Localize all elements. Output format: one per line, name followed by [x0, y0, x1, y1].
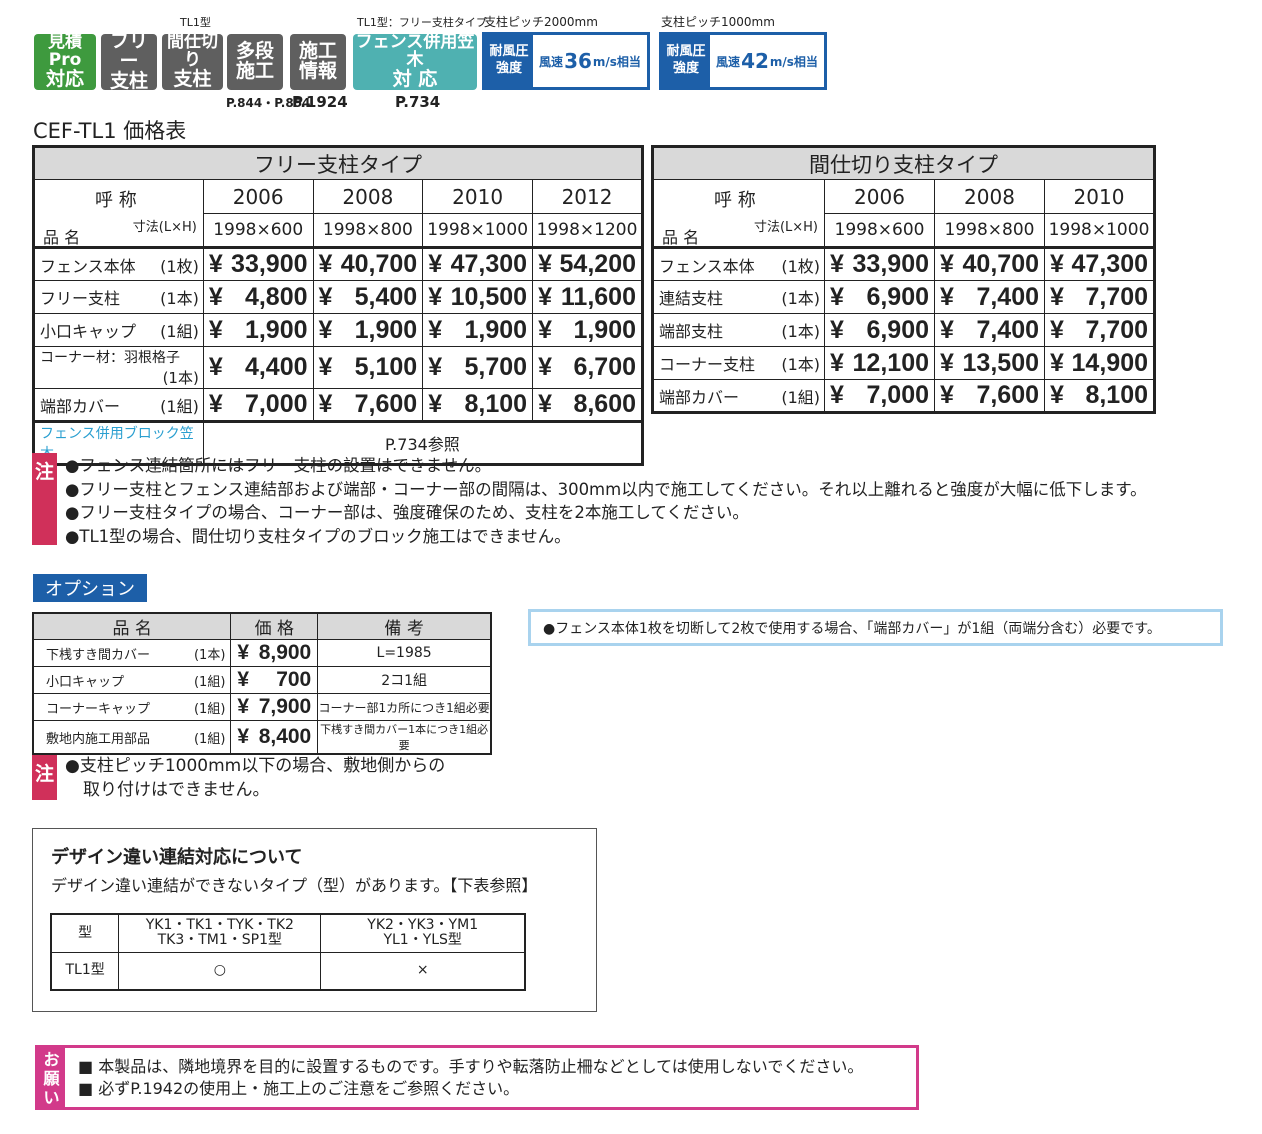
code-2006: 2006	[202, 179, 314, 214]
design-col-type: 型	[50, 913, 120, 953]
dim-cell: 1998×600	[202, 213, 314, 248]
code-2006: 2006	[824, 179, 935, 214]
construction-badge: 施工 情報	[290, 34, 346, 90]
table-row: 端部カバー (1組) ¥7,000 ¥7,600 ¥8,100 ¥8,600	[33, 388, 643, 422]
onegai-label: お願い	[38, 1048, 65, 1107]
code-2010: 2010	[422, 179, 534, 214]
fence-kasagi-badge: フェンス併用笠木対 応	[353, 33, 477, 90]
ref-construction: P.1924	[292, 93, 348, 111]
dim-cell: 1998×1000	[422, 213, 534, 248]
design-col-2: YK2・YK3・YM1 YL1・YLS型	[320, 913, 526, 953]
design-box: デザイン違い連結対応について デザイン違い連結ができないタイプ（型）があります。…	[32, 828, 597, 1012]
chu-label: 注	[32, 453, 57, 545]
option-header-name: 品 名	[32, 612, 232, 640]
onegai-box: お願い ■ 本製品は、隣地境界を目的に設置するものです。手すりや転落防止柵などと…	[35, 1045, 919, 1110]
note-line: ●フリー支柱とフェンス連結部および端部・コーナー部の間隔は、300mm以内で施工…	[65, 479, 1147, 499]
partition-post-badge: 間仕切り 支柱	[162, 33, 223, 90]
table-row: 端部支柱 (1本) ¥6,900 ¥7,400 ¥7,700	[652, 313, 1155, 347]
note-line: ●フェンス連結箇所にはフリー支柱の設置はできません。	[65, 456, 492, 475]
design-cell-ok: ○	[118, 951, 322, 991]
table-row: フェンス本体 (1枚) ¥33,900 ¥40,700 ¥47,300 ¥54,2…	[33, 246, 643, 281]
option-header-price: 価 格	[230, 612, 319, 640]
option-note: ●支柱ピッチ1000mm以下の場合、敷地側からの 取り付けはできません。	[65, 756, 446, 800]
table-row: コーナー材：羽根格子 (1本) ¥4,400 ¥5,100 ¥5,700 ¥6,7…	[33, 346, 643, 389]
dim-cell: 1998×600	[824, 213, 935, 248]
option-table: 品 名 価 格 備 考 下桟すき間カバー (1本) ¥8,900 L=1985 小…	[32, 612, 492, 755]
note-line: ●フリー支柱タイプの場合、コーナー部は、強度確保のため、支柱を2本施工してくださ…	[65, 503, 749, 522]
table-row: 小口キャップ (1組) ¥700 2コ1組	[32, 666, 492, 694]
table-row: 下桟すき間カバー (1本) ¥8,900 L=1985	[32, 639, 492, 667]
multistage-badge: 多段 施工	[227, 34, 283, 90]
design-table: 型 YK1・TK1・TYK・TK2 TK3・TM1・SP1型 YK2・YK3・YM…	[50, 913, 526, 991]
note-line: ●TL1型の場合、間仕切り支柱タイプのブロック施工はできません。	[65, 526, 571, 546]
free-post-badge: フリー 支柱	[101, 31, 157, 91]
free-table-title: フリー支柱タイプ	[33, 146, 643, 180]
dim-cell: 1998×800	[312, 213, 424, 248]
mitsumori-badge: 見積Pro 対応	[34, 33, 96, 90]
code-2012: 2012	[532, 179, 643, 214]
table-row: フリー支柱 (1本) ¥4,800 ¥5,400 ¥10,500 ¥11,600	[33, 280, 643, 314]
pitch1000-label: 支柱ピッチ1000mm	[661, 15, 775, 29]
free-post-price-table: フリー支柱タイプ 呼 称寸法(L×H) 品 名 2006 2008 2010 20…	[32, 145, 644, 466]
code-2010: 2010	[1044, 179, 1155, 214]
wind-strength-36-badge: 耐風圧 強度 風速 36 m/s相当	[482, 32, 650, 90]
partition-post-price-table: 間仕切り支柱タイプ 呼 称寸法(L×H) 品 名 2006 2008 2010 1…	[651, 145, 1156, 414]
dim-cell: 1998×1200	[532, 213, 643, 248]
design-col-1: YK1・TK1・TYK・TK2 TK3・TM1・SP1型	[118, 913, 322, 953]
option-heading: オプション	[33, 574, 147, 602]
design-row-label: TL1型	[50, 951, 120, 991]
onegai-text: ■ 本製品は、隣地境界を目的に設置するものです。手すりや転落防止柵などとしては使…	[78, 1057, 864, 1098]
header-cell: 呼 称寸法(L×H) 品 名	[652, 179, 825, 248]
option-chu-label: 注	[32, 755, 57, 800]
design-title: デザイン違い連結対応について	[51, 847, 303, 868]
code-2008: 2008	[312, 179, 424, 214]
option-header-remark: 備 考	[317, 612, 492, 640]
table-row: 連結支柱 (1本) ¥6,900 ¥7,400 ¥7,700	[652, 280, 1155, 314]
tl1-free-label: TL1型：フリー支柱タイプ	[357, 16, 487, 29]
table-row: 敷地内施工用部品 (1組) ¥8,400 下桟すき間カバー1本につき1組必要	[32, 720, 492, 755]
table-row: フェンス本体 (1枚) ¥33,900 ¥40,700 ¥47,300	[652, 246, 1155, 281]
partition-table-title: 間仕切り支柱タイプ	[652, 146, 1155, 180]
design-subtitle: デザイン違い連結ができないタイプ（型）があります。【下表参照】	[51, 876, 538, 895]
side-note-box: ●フェンス本体1枚を切断して2枚で使用する場合、「端部カバー」が1組（両端分含む…	[528, 609, 1223, 646]
dim-cell: 1998×800	[934, 213, 1045, 248]
dim-cell: 1998×1000	[1044, 213, 1155, 248]
table-row: 小口キャップ (1組) ¥1,900 ¥1,900 ¥1,900 ¥1,900	[33, 313, 643, 347]
table-row: 端部カバー (1組) ¥7,000 ¥7,600 ¥8,100	[652, 379, 1155, 413]
table-row: コーナーキャップ (1組) ¥7,900 コーナー部1カ所につき1組必要	[32, 693, 492, 721]
page-title: CEF-TL1 価格表	[33, 119, 187, 143]
tl1-label: TL1型	[180, 16, 211, 29]
notes-block: ●フェンス連結箇所にはフリー支柱の設置はできません。 ●フリー支柱とフェンス連結…	[65, 454, 1255, 548]
pitch2000-label: 支柱ピッチ2000mm	[484, 15, 598, 29]
code-2008: 2008	[934, 179, 1045, 214]
wind-strength-42-badge: 耐風圧 強度 風速 42 m/s相当	[659, 32, 827, 90]
design-cell-ng: ×	[320, 951, 526, 991]
header-cell: 呼 称寸法(L×H) 品 名	[33, 179, 204, 248]
table-row: コーナー支柱 (1本) ¥12,100 ¥13,500 ¥14,900	[652, 346, 1155, 380]
ref-kasagi: P.734	[395, 93, 441, 111]
